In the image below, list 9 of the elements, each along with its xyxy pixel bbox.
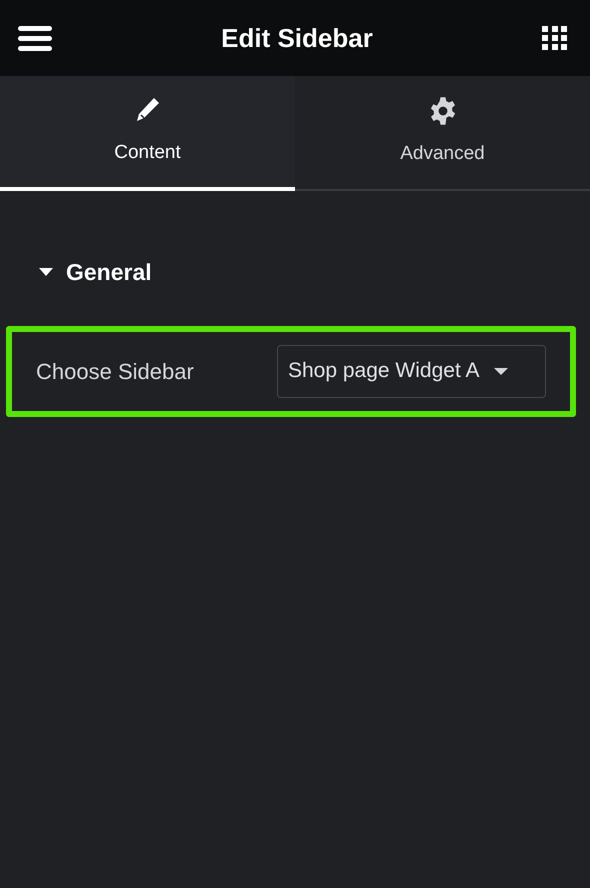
- sidebar-select[interactable]: Shop page Widget A: [277, 344, 546, 398]
- menu-icon[interactable]: [18, 26, 52, 50]
- caret-icon: [38, 267, 54, 278]
- apps-grid-icon[interactable]: [542, 26, 568, 50]
- tab[interactable]: Content: [0, 76, 295, 191]
- section-header[interactable]: General: [6, 255, 584, 290]
- caret-icon: [493, 366, 510, 376]
- panel-title: Edit Sidebar: [221, 22, 373, 54]
- field-label: Choose Sidebar: [36, 358, 194, 386]
